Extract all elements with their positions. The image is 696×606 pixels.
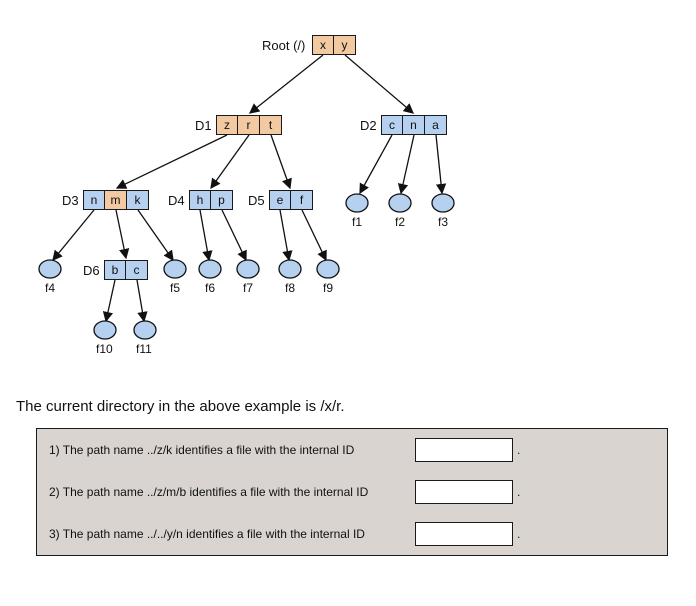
file-f5-label: f5 — [170, 281, 180, 295]
d2-cell-c: c — [381, 115, 403, 135]
answer-input-3[interactable] — [415, 522, 513, 546]
question-row-2: 2) The path name ../z/m/b identifies a f… — [37, 471, 667, 513]
file-f7-label: f7 — [243, 281, 253, 295]
root-cell-x: x — [312, 35, 334, 55]
d2-label: D2 — [360, 118, 377, 133]
question-3-text: 3) The path name ../../y/n identifies a … — [49, 527, 365, 541]
d1-cell-r: r — [238, 115, 260, 135]
d2-cell-n: n — [403, 115, 425, 135]
d3-label: D3 — [62, 193, 79, 208]
d1-cells: z r t — [216, 115, 282, 135]
file-f1-label: f1 — [352, 215, 362, 229]
d2-cells: c n a — [381, 115, 447, 135]
d3-cell-n: n — [83, 190, 105, 210]
question-2-text: 2) The path name ../z/m/b identifies a f… — [49, 485, 368, 499]
questions-panel: 1) The path name ../z/k identifies a fil… — [36, 428, 668, 556]
d4-cell-h: h — [189, 190, 211, 210]
answer-input-1[interactable] — [415, 438, 513, 462]
d3-cells: n m k — [83, 190, 149, 210]
answer-input-2[interactable] — [415, 480, 513, 504]
question-row-1: 1) The path name ../z/k identifies a fil… — [37, 429, 667, 471]
file-f11-label: f11 — [136, 342, 152, 356]
period-1: . — [517, 443, 520, 457]
d4-cells: h p — [189, 190, 233, 210]
d3-cell-m: m — [105, 190, 127, 210]
d2-cell-a: a — [425, 115, 447, 135]
file-f2-label: f2 — [395, 215, 405, 229]
d3-cell-k: k — [127, 190, 149, 210]
d4-cell-p: p — [211, 190, 233, 210]
root-cell-y: y — [334, 35, 356, 55]
d6-cells: b c — [104, 260, 148, 280]
file-nodes — [39, 194, 454, 339]
question-1-text: 1) The path name ../z/k identifies a fil… — [49, 443, 354, 457]
period-3: . — [517, 527, 520, 541]
file-f10-label: f10 — [96, 342, 113, 356]
current-directory-statement: The current directory in the above examp… — [16, 398, 344, 415]
file-f3-label: f3 — [438, 215, 448, 229]
root-cells: x y — [312, 35, 356, 55]
d6-cell-c: c — [126, 260, 148, 280]
file-f4-label: f4 — [45, 281, 55, 295]
file-f9-label: f9 — [323, 281, 333, 295]
d1-cell-t: t — [260, 115, 282, 135]
root-label: Root (/) — [262, 38, 305, 53]
period-2: . — [517, 485, 520, 499]
question-row-3: 3) The path name ../../y/n identifies a … — [37, 513, 667, 555]
d5-cell-e: e — [269, 190, 291, 210]
file-f6-label: f6 — [205, 281, 215, 295]
d6-cell-b: b — [104, 260, 126, 280]
file-f8-label: f8 — [285, 281, 295, 295]
d5-cells: e f — [269, 190, 313, 210]
d5-cell-f: f — [291, 190, 313, 210]
d1-cell-z: z — [216, 115, 238, 135]
d1-label: D1 — [195, 118, 212, 133]
d6-label: D6 — [83, 263, 100, 278]
d5-label: D5 — [248, 193, 265, 208]
d4-label: D4 — [168, 193, 185, 208]
